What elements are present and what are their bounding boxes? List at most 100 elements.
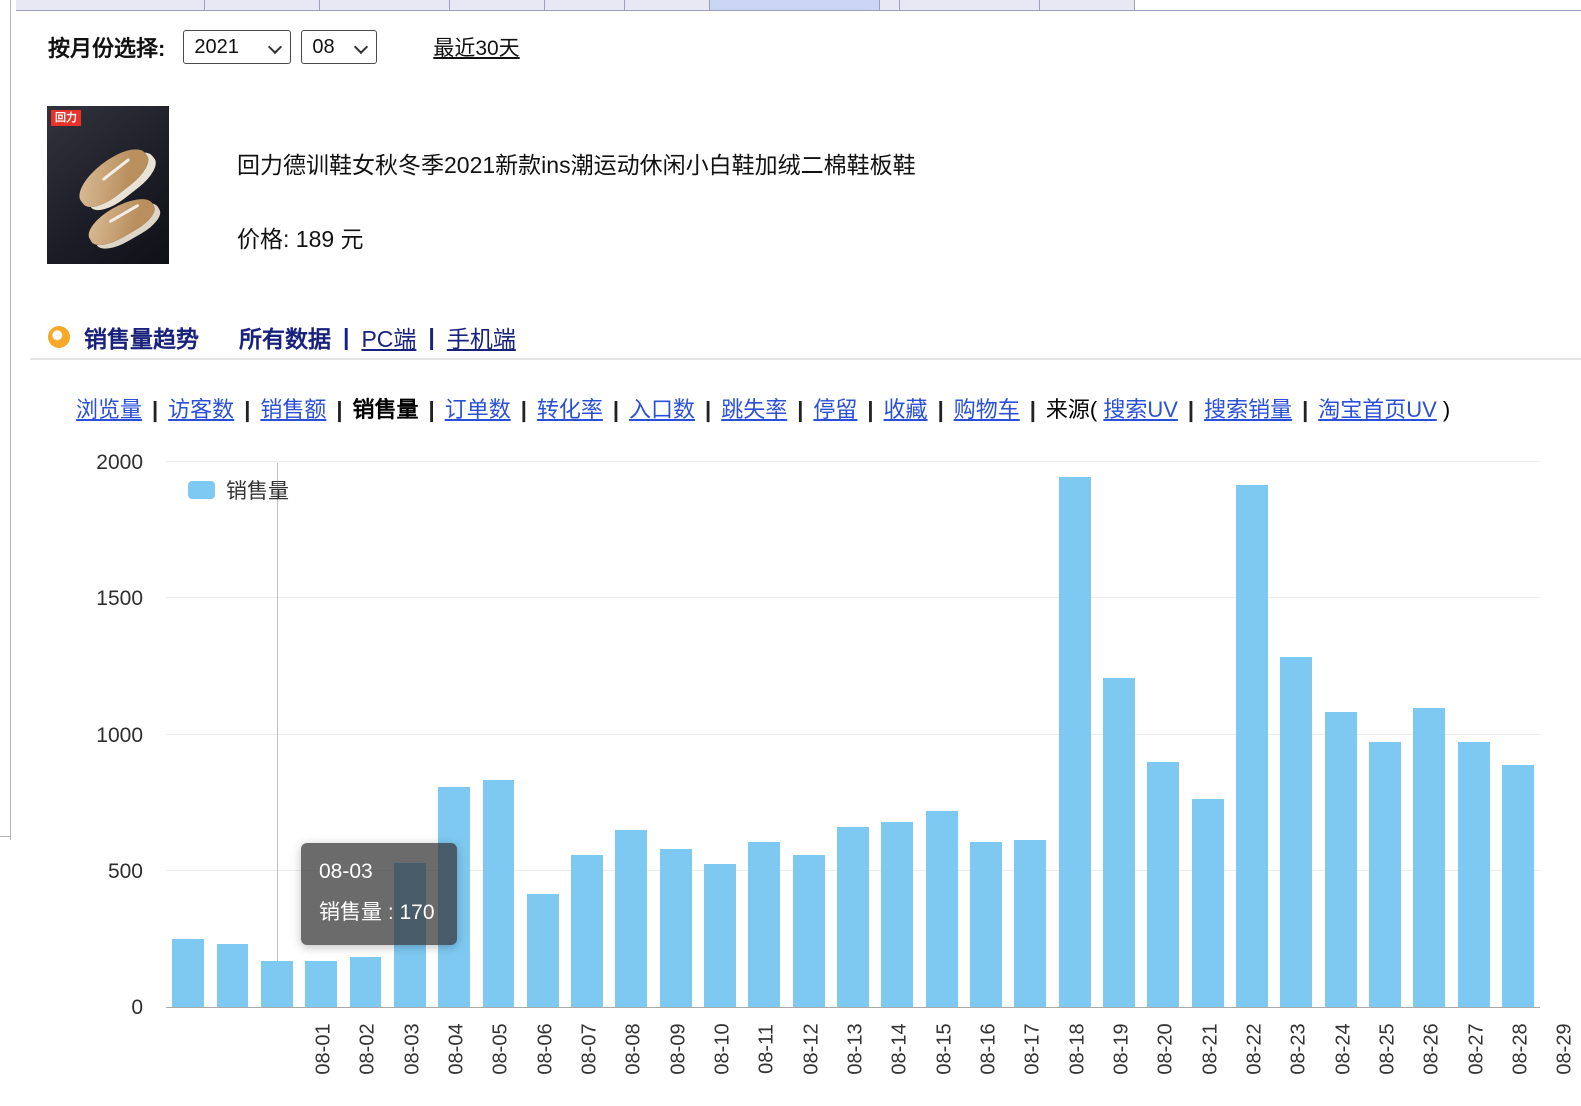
month-select[interactable]: 08 [301, 30, 377, 64]
bar-08-27[interactable] [1319, 463, 1363, 1007]
bar[interactable] [793, 855, 825, 1007]
bar[interactable] [881, 822, 913, 1007]
bar[interactable] [483, 780, 515, 1007]
metric-link-4[interactable]: 订单数 [445, 397, 511, 422]
bar[interactable] [571, 855, 603, 1007]
top-tab-6[interactable] [625, 0, 710, 10]
top-tabstrip [16, 0, 1581, 11]
bar[interactable] [615, 830, 647, 1007]
metric-link-2[interactable]: 销售额 [260, 397, 326, 422]
bar-08-26[interactable] [1274, 463, 1318, 1007]
top-tab-7[interactable] [880, 0, 900, 10]
pc-tab[interactable]: PC端 [361, 320, 416, 354]
year-select[interactable]: 2021 [183, 30, 291, 64]
bar-08-10[interactable] [565, 463, 609, 1007]
bar-08-30[interactable] [1452, 463, 1496, 1007]
bar-08-22[interactable] [1097, 463, 1141, 1007]
top-tab-8[interactable] [900, 0, 1040, 10]
metric-link-7[interactable]: 跳失率 [721, 397, 787, 422]
metric-link-1[interactable]: 访客数 [168, 397, 234, 422]
bar[interactable] [704, 864, 736, 1007]
metric-link-5[interactable]: 转化率 [537, 397, 603, 422]
mobile-tab[interactable]: 手机端 [447, 320, 516, 354]
bar[interactable] [1369, 742, 1401, 1007]
metric-link-selected-3[interactable]: 销售量 [353, 397, 419, 422]
separator: | [1302, 397, 1308, 422]
bar[interactable] [1280, 657, 1312, 1007]
x-slot: 08-17 [1011, 1008, 1055, 1090]
metric-link-0[interactable]: 浏览量 [76, 397, 142, 422]
bar[interactable] [1413, 708, 1445, 1007]
bar[interactable] [1236, 485, 1268, 1007]
product-image[interactable]: 回力 [47, 106, 169, 264]
bar[interactable] [1192, 799, 1224, 1007]
bar[interactable] [1059, 477, 1091, 1007]
bar-08-21[interactable] [1053, 463, 1097, 1007]
bar[interactable] [261, 961, 293, 1007]
bar[interactable] [1458, 742, 1490, 1007]
bar[interactable] [217, 944, 249, 1007]
top-tab-2[interactable] [205, 0, 320, 10]
bar-08-13[interactable] [698, 463, 742, 1007]
bar-08-12[interactable] [654, 463, 698, 1007]
bar[interactable] [1103, 678, 1135, 1007]
metric-link-6[interactable]: 入口数 [629, 397, 695, 422]
top-tab-active[interactable] [710, 0, 880, 10]
bar-08-25[interactable] [1230, 463, 1274, 1007]
top-tab-5[interactable] [545, 0, 625, 10]
bar-08-11[interactable] [609, 463, 653, 1007]
bar-08-14[interactable] [742, 463, 786, 1007]
top-tab-4[interactable] [450, 0, 545, 10]
metric-link-10[interactable]: 购物车 [954, 397, 1020, 422]
bar-08-18[interactable] [920, 463, 964, 1007]
bar[interactable] [837, 827, 869, 1007]
bar[interactable] [172, 939, 204, 1007]
metric-link-8[interactable]: 停留 [813, 397, 857, 422]
metric-link-9[interactable]: 收藏 [884, 397, 928, 422]
bar[interactable] [527, 894, 559, 1007]
separator: | [613, 397, 619, 422]
bar-08-01[interactable] [166, 463, 210, 1007]
bar[interactable] [1325, 712, 1357, 1007]
bar[interactable] [1502, 765, 1534, 1007]
bar[interactable] [305, 961, 337, 1007]
chart-legend[interactable]: 销售量 [188, 475, 289, 505]
bar-08-24[interactable] [1186, 463, 1230, 1007]
bar[interactable] [1014, 840, 1046, 1007]
bar-08-08[interactable] [476, 463, 520, 1007]
separator: | [521, 397, 527, 422]
bar-08-15[interactable] [787, 463, 831, 1007]
x-slot: 08-08 [612, 1008, 656, 1090]
bar-08-20[interactable] [1008, 463, 1052, 1007]
bar-08-09[interactable] [521, 463, 565, 1007]
bar-08-02[interactable] [210, 463, 254, 1007]
x-axis-label: 08-20 [1155, 1023, 1178, 1074]
separator: | [938, 397, 944, 422]
divider [30, 358, 1581, 360]
bar[interactable] [350, 957, 382, 1007]
bar-08-03[interactable] [255, 463, 299, 1007]
bar-08-16[interactable] [831, 463, 875, 1007]
bar[interactable] [970, 842, 1002, 1007]
bar-08-31[interactable] [1496, 463, 1540, 1007]
bar[interactable] [748, 842, 780, 1007]
bar[interactable] [1147, 762, 1179, 1007]
bar-08-17[interactable] [875, 463, 919, 1007]
x-slot: 08-07 [568, 1008, 612, 1090]
recent-30-days-link[interactable]: 最近30天 [433, 32, 519, 62]
top-tab-1[interactable] [16, 0, 205, 10]
source-link-2[interactable]: 淘宝首页UV [1318, 397, 1437, 422]
bar-08-19[interactable] [964, 463, 1008, 1007]
bar-08-29[interactable] [1407, 463, 1451, 1007]
bar[interactable] [660, 849, 692, 1007]
bar-08-28[interactable] [1363, 463, 1407, 1007]
all-data-tab[interactable]: 所有数据 [239, 320, 331, 354]
source-link-0[interactable]: 搜索UV [1103, 397, 1178, 422]
top-tab-3[interactable] [320, 0, 450, 10]
month-select-label: 按月份选择: [48, 31, 165, 63]
top-tab-9[interactable] [1040, 0, 1135, 10]
bar-08-23[interactable] [1141, 463, 1185, 1007]
x-axis-label: 08-14 [889, 1023, 912, 1074]
bar[interactable] [926, 811, 958, 1007]
source-link-1[interactable]: 搜索销量 [1204, 397, 1292, 422]
